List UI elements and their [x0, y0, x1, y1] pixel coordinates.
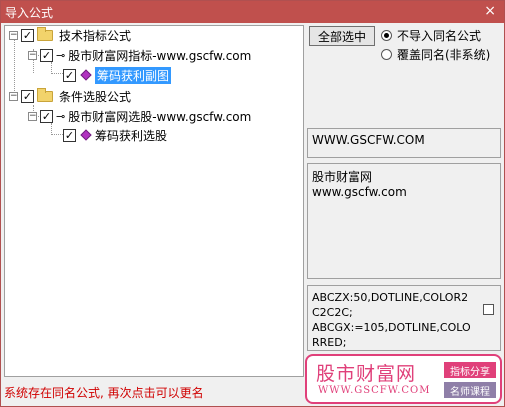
radio-label: 不导入同名公式 — [397, 29, 482, 43]
url-text: WWW.GSCFW.COM — [312, 133, 425, 147]
formula-tree[interactable]: − ✓ 技术指标公式 − ✓ ⊸ 股市财富网指标-www.gscfw.com ✓… — [4, 25, 304, 377]
logo-url: WWW.GSCFW.COM — [318, 385, 431, 396]
code-panel[interactable]: ABCZX:50,DOTLINE,COLOR2 C2C2C; ABCGX:=10… — [307, 285, 501, 351]
description-line: www.gscfw.com — [312, 185, 407, 199]
description-line: 股市财富网 — [312, 170, 373, 184]
url-panel: WWW.GSCFW.COM — [307, 128, 501, 158]
import-formula-dialog: 导入公式 × − ✓ 技术指标公式 − ✓ ⊸ 股市财富网指标-www.gscf… — [0, 0, 505, 407]
select-all-button[interactable]: 全部选中 — [309, 26, 375, 46]
gscfw-logo: 股市财富网 WWW.GSCFW.COM 指标分享 名师课程 — [305, 354, 502, 404]
checkbox[interactable]: ✓ — [21, 89, 34, 103]
description-panel[interactable]: 股市财富网 www.gscfw.com — [307, 163, 501, 279]
tree-node-chip-profit-screening[interactable]: ✓ 筹码获利选股 — [63, 126, 167, 144]
radio-overwrite-duplicates[interactable]: 覆盖同名(非系统) — [381, 46, 490, 63]
tree-node-label: 技术指标公式 — [59, 28, 132, 43]
collapse-icon[interactable]: − — [9, 30, 18, 40]
checkbox[interactable]: ✓ — [40, 109, 53, 123]
checkbox[interactable]: ✓ — [21, 28, 34, 42]
checkbox[interactable]: ✓ — [63, 128, 76, 142]
tree-node-condition-formulas[interactable]: − ✓ 条件选股公式 — [9, 87, 131, 105]
title-bar: 导入公式 × — [1, 1, 504, 23]
formula-diamond-icon — [80, 69, 92, 81]
collapse-icon[interactable]: − — [9, 91, 18, 101]
tree-node-label: 筹码获利选股 — [95, 128, 168, 143]
status-message: 系统存在同名公式, 再次点击可以更名 — [4, 386, 204, 400]
formula-code: ABCZX:50,DOTLINE,COLOR2 C2C2C; ABCGX:=10… — [312, 291, 471, 349]
key-icon: ⊸ — [56, 48, 65, 62]
key-icon: ⊸ — [56, 109, 65, 123]
close-icon[interactable]: × — [484, 3, 496, 19]
checkbox[interactable]: ✓ — [63, 68, 76, 82]
logo-name: 股市财富网 — [316, 363, 417, 385]
tree-node-label: 股市财富网指标-www.gscfw.com — [68, 48, 252, 63]
tree-node-gscfw-indicator[interactable]: − ✓ ⊸ 股市财富网指标-www.gscfw.com — [28, 46, 251, 64]
code-checkbox[interactable] — [483, 304, 494, 315]
radio-skip-duplicates[interactable]: 不导入同名公式 — [381, 27, 481, 44]
tree-node-label: 股市财富网选股-www.gscfw.com — [68, 109, 252, 124]
radio-dot-icon[interactable] — [381, 30, 392, 41]
formula-diamond-icon — [80, 129, 92, 141]
checkbox[interactable]: ✓ — [40, 48, 53, 62]
logo-tag-courses: 名师课程 — [444, 382, 496, 398]
collapse-icon[interactable]: − — [28, 50, 37, 60]
logo-tag-indicator-share: 指标分享 — [444, 362, 496, 378]
tree-node-label: 筹码获利副图 — [95, 66, 172, 84]
tree-node-indicator-formulas[interactable]: − ✓ 技术指标公式 — [9, 26, 131, 44]
collapse-icon[interactable]: − — [28, 111, 37, 121]
radio-dot-icon[interactable] — [381, 49, 392, 60]
radio-label: 覆盖同名(非系统) — [397, 48, 491, 62]
tree-node-gscfw-screening[interactable]: − ✓ ⊸ 股市财富网选股-www.gscfw.com — [28, 107, 251, 125]
folder-icon — [37, 26, 53, 41]
tree-node-label: 条件选股公式 — [59, 89, 132, 104]
tree-node-chip-profit-subchart[interactable]: ✓ 筹码获利副图 — [63, 66, 172, 84]
window-title: 导入公式 — [5, 5, 54, 20]
folder-icon — [37, 87, 53, 102]
